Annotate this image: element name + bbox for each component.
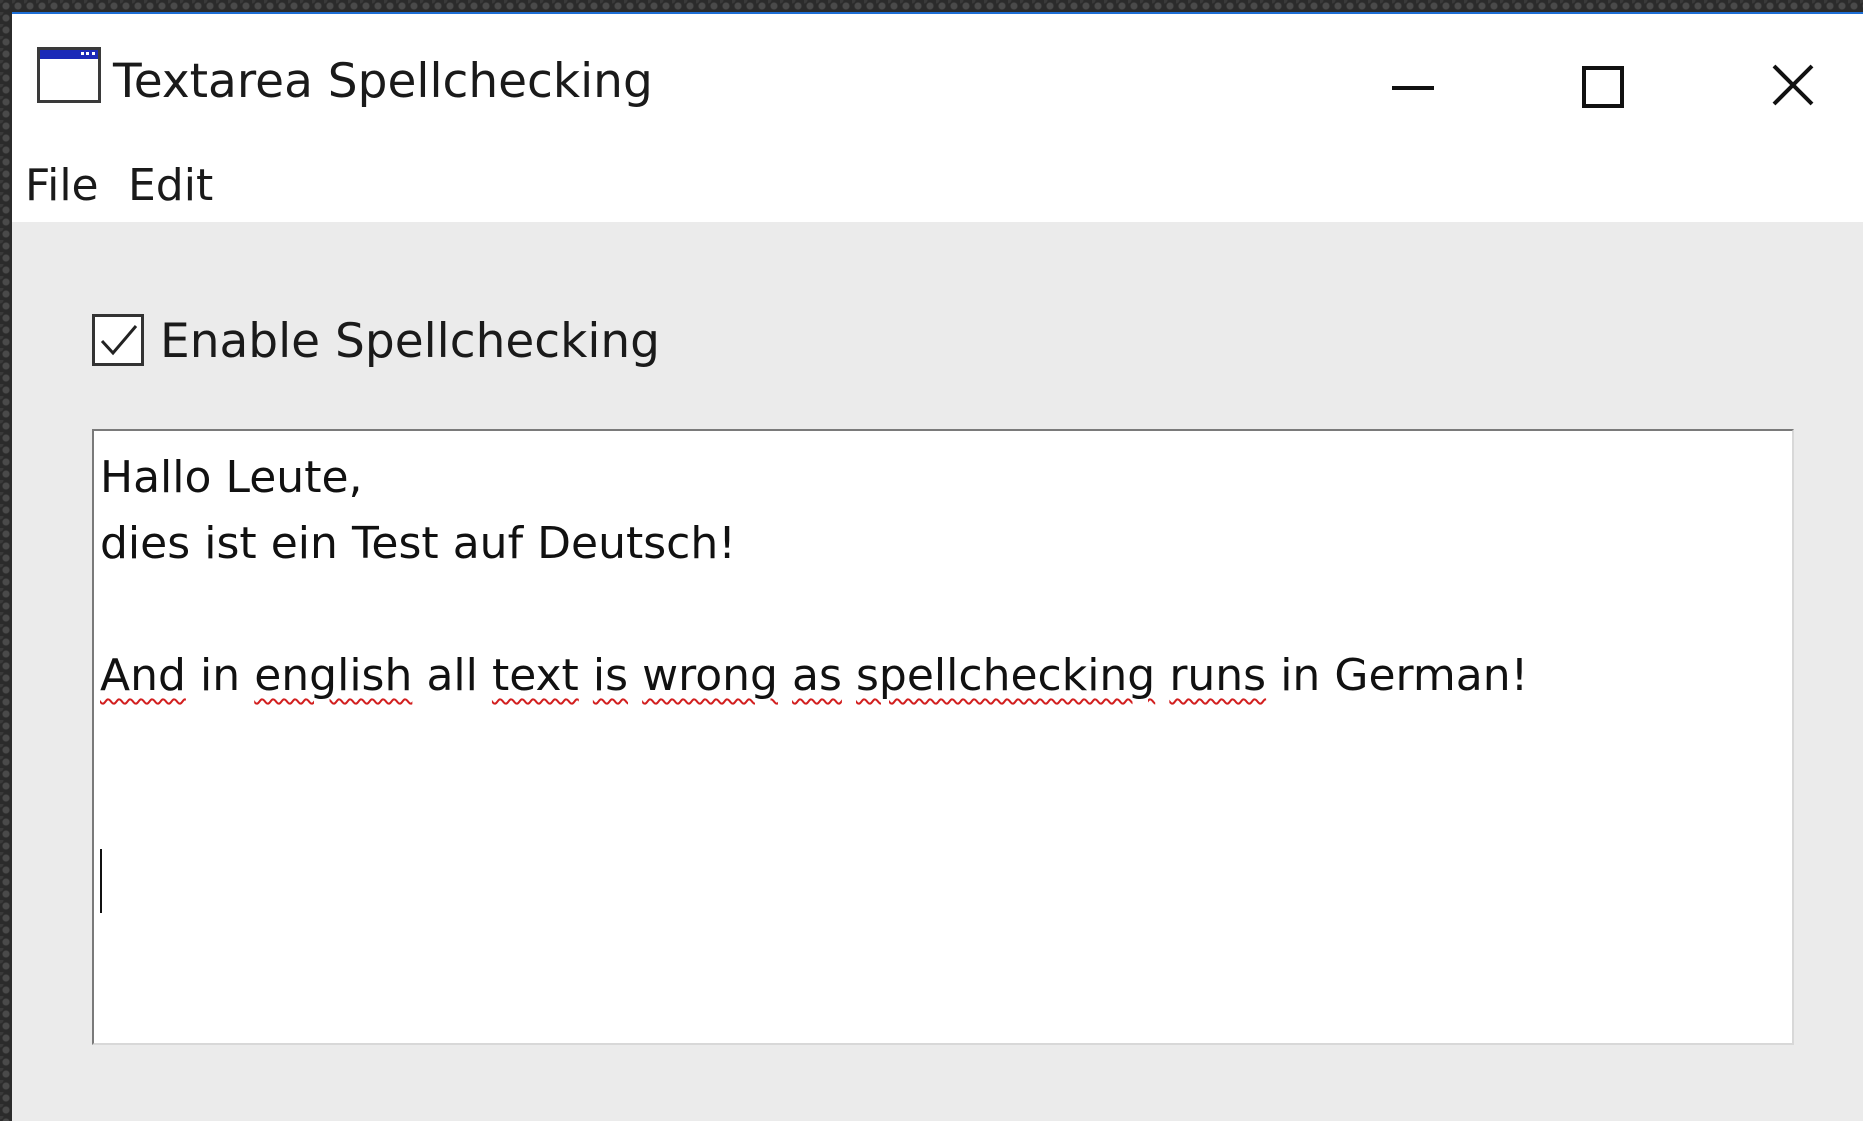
word: German! (1334, 650, 1529, 701)
word: Deutsch! (537, 518, 736, 569)
misspelled-word: spellchecking (856, 650, 1156, 701)
word: ein (270, 518, 338, 569)
text-line: Hallo Leute, (100, 445, 1792, 511)
close-icon (1772, 64, 1814, 106)
spellcheck-checkbox[interactable] (92, 314, 144, 366)
close-button[interactable] (1732, 38, 1852, 138)
text-line: And in english all text is wrong as spellcheckin… (100, 643, 1792, 709)
word: in (200, 650, 241, 701)
misspelled-word: wrong (642, 650, 778, 701)
window-title: Textarea Spellchecking (113, 54, 653, 109)
title-bar[interactable]: Textarea Spellchecking (12, 14, 1863, 142)
maximize-button[interactable] (1542, 38, 1662, 138)
misspelled-word: runs (1169, 650, 1267, 701)
word: ist (204, 518, 257, 569)
spellcheck-label: Enable Spellchecking (160, 314, 661, 369)
window-icon[interactable] (37, 47, 101, 103)
misspelled-word: as (792, 650, 842, 701)
menu-edit[interactable]: Edit (128, 160, 213, 212)
checkmark-icon (100, 325, 138, 356)
word: Hallo (100, 452, 212, 503)
text-cursor (100, 849, 102, 913)
word: all (426, 650, 478, 701)
word: in (1280, 650, 1321, 701)
misspelled-word: is (592, 650, 629, 701)
word: dies (100, 518, 191, 569)
minimize-icon (1392, 86, 1434, 90)
misspelled-word: text (491, 650, 579, 701)
app-window: Textarea Spellchecking File Edit Enable … (12, 12, 1863, 1121)
misspelled-word: And (100, 650, 186, 701)
maximize-icon (1582, 66, 1624, 108)
text-line (100, 577, 1792, 643)
word: Leute, (225, 452, 363, 503)
menu-bar: File Edit (12, 142, 1863, 222)
minimize-button[interactable] (1352, 38, 1472, 138)
window-icon-dots (81, 52, 95, 58)
text-line: dies ist ein Test auf Deutsch! (100, 511, 1792, 577)
menu-file[interactable]: File (25, 160, 99, 212)
text-area[interactable]: Hallo Leute, dies ist ein Test auf Deutsch! And i… (92, 429, 1794, 1045)
misspelled-word: english (254, 650, 413, 701)
word: auf (452, 518, 524, 569)
word: Test (351, 518, 439, 569)
